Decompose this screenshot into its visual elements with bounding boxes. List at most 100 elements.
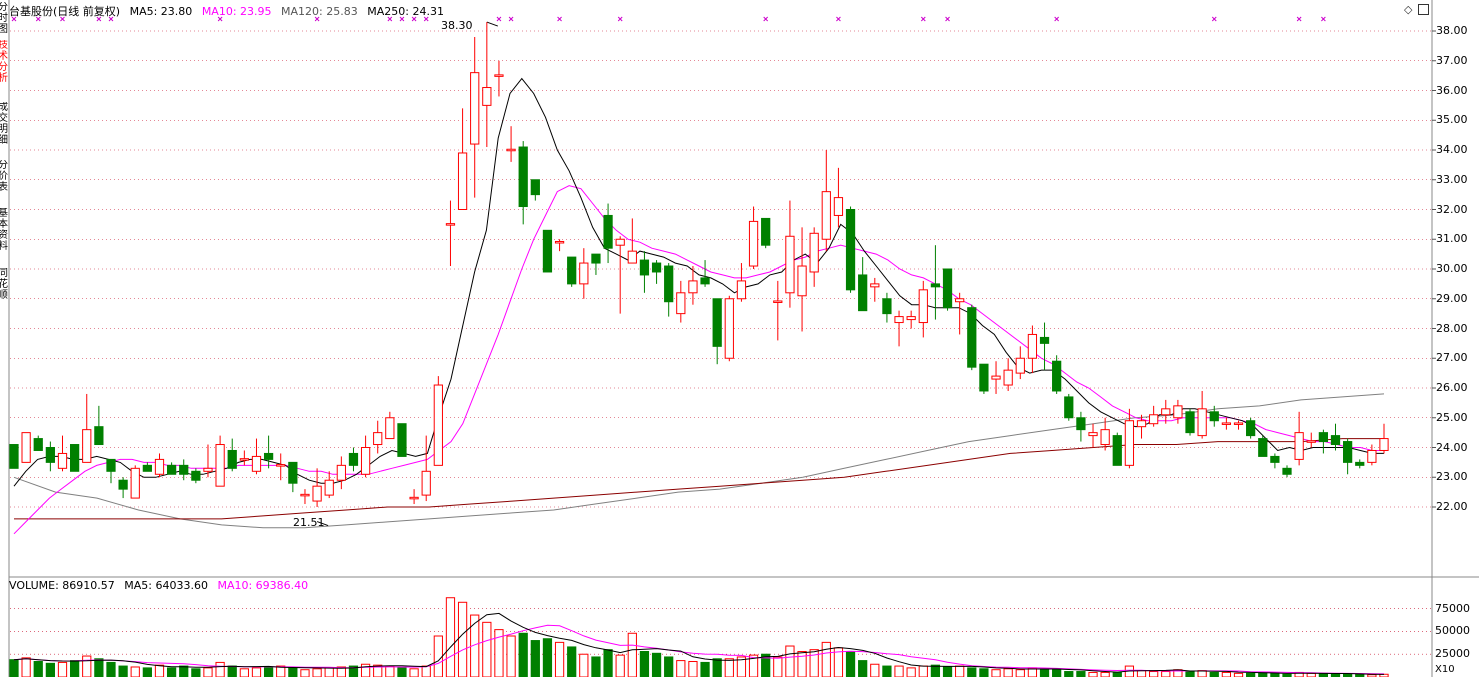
candle-up [554,240,565,244]
tab-price-table[interactable]: 分价表 [0,160,8,204]
volume-bar-up [724,658,734,677]
event-marker [496,16,502,22]
volume-bar-down [9,659,19,677]
volume-bar-up [239,668,249,677]
candle-up [1136,420,1147,428]
tab-trade-detail[interactable]: 成交明细 [0,102,8,154]
volume-bar-down [979,668,989,677]
candle-up [312,485,322,502]
candle-up [627,250,637,264]
candle-up [785,235,795,294]
volume-bar-down [227,665,237,677]
event-marker [836,16,841,22]
candle-down [191,470,201,481]
candle-up [445,223,456,226]
candle-down [1318,432,1329,443]
volume-bar-down [967,667,977,677]
volume-bar-up [1221,671,1232,677]
candle-up [1088,432,1098,437]
candle-down [1330,435,1341,446]
candle-down [942,268,953,309]
volume-bar-up [1149,671,1159,677]
candle-down [1270,455,1280,463]
tab-fundamentals[interactable]: 基本资料 [0,208,8,262]
candle-up [470,72,480,145]
candle-down [603,214,613,249]
candle-up [324,479,334,496]
candle-up [821,191,831,240]
side-tab-strip: 分时图 技术分析 成交明细 分价表 基本资料 同花顺 [0,0,8,330]
candle-up [482,87,492,106]
volume-bar-down [700,661,710,677]
volume-bar-down [651,652,662,677]
candle-up [918,289,928,324]
candle-down [761,217,771,246]
high-price-label: 38.30 [441,19,473,32]
volume-bar-down [1185,671,1195,677]
volume-bar-down [179,665,189,677]
event-marker [557,16,562,22]
volume-bar-down [1209,671,1219,677]
diamond-icon[interactable]: ◇ [1404,3,1412,16]
candle-up [1149,414,1159,425]
volume-bar-down [263,666,274,677]
candle-down [227,449,237,469]
ma10-readout: MA10: 23.95 [201,5,272,18]
candle-up [1233,422,1244,425]
candle-up [1027,333,1038,359]
ma250-readout: MA250: 24.31 [367,5,444,18]
candle-down [348,452,359,466]
stock-title: 台基股份(日线 前复权) [9,5,121,18]
candle-down [166,464,177,475]
volume-bar-up [506,635,516,677]
candle-up [1221,422,1232,425]
candle-up [688,280,698,294]
tab-technical-analysis[interactable]: 技术分析 [0,40,8,96]
window-toggle-icon[interactable] [1418,4,1429,15]
volume-bar-down [930,664,941,677]
candle-up [870,283,880,288]
event-marker [920,16,926,22]
candle-down [1246,420,1256,437]
price-tick-label: 34.00 [1436,143,1468,156]
tab-timeshare[interactable]: 分时图 [0,2,8,36]
volume-bar-up [821,641,831,677]
candle-up [239,458,249,461]
candle-down [69,444,80,472]
candle-down [979,363,989,392]
candle-down [1282,467,1292,475]
ma5-readout: MA5: 23.80 [129,5,193,18]
price-tick-label: 33.00 [1436,172,1468,186]
tab-tonghuashun[interactable]: 同花顺 [0,268,8,308]
candle-down [1112,435,1122,466]
candle-up [1379,438,1389,451]
volume-bar-up [324,667,334,677]
candle-down [118,479,128,490]
candle-down [651,262,662,273]
volume-ma5-readout: MA5: 64033.60 [124,579,208,592]
candle-down [397,423,407,457]
volume-bar-up [130,666,140,677]
volume-bar-down [118,665,128,677]
volume-bar-up [955,665,965,677]
candle-down [288,461,298,484]
volume-bar-down [1064,671,1074,677]
volume-bar-down [1052,669,1062,677]
candle-up [494,74,504,77]
volume-bar-down [1246,672,1256,677]
price-tick-label: 24.00 [1436,440,1468,454]
ma120-readout: MA120: 25.83 [281,5,358,18]
volume-bar-up [918,665,928,677]
candle-down [33,438,43,451]
volume-bar-down [1112,671,1122,677]
price-tick-label: 36.00 [1436,83,1468,97]
candle-up [736,280,747,300]
candle-down [45,447,55,463]
volume-bar-up [991,669,1001,677]
event-marker [508,16,514,22]
volume-bar-up [615,654,625,677]
volume-bar-down [142,667,152,677]
candle-down [9,444,19,469]
candle-up [724,298,734,359]
candle-up [373,432,383,446]
